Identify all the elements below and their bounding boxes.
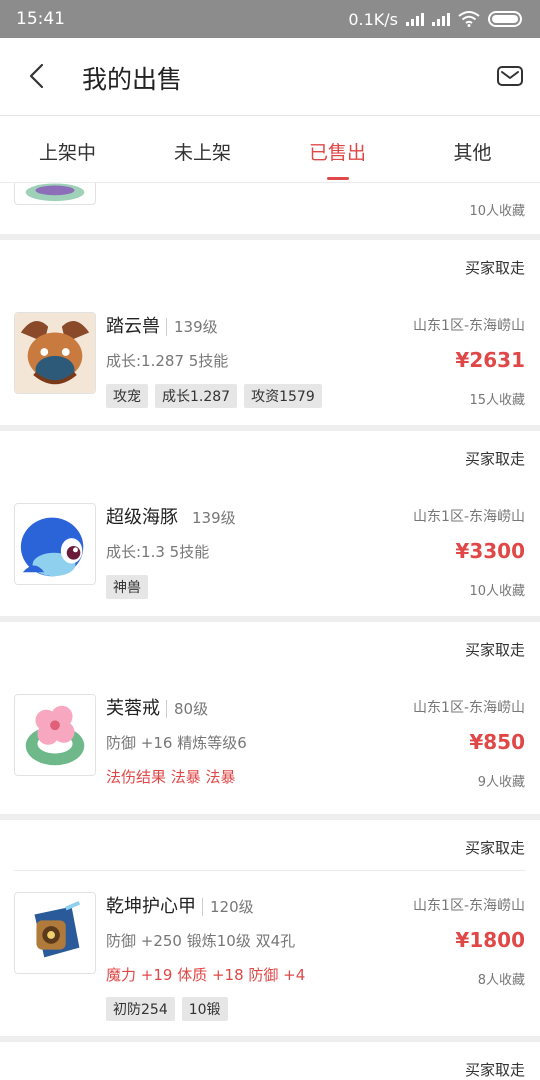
server-label: 山东1区-东海崂山 [413, 318, 525, 334]
app-header: 我的出售 [0, 38, 540, 116]
item-level: 139级 [192, 509, 236, 527]
status-label: 买家取走 [464, 1061, 525, 1079]
signal-icon [406, 12, 424, 26]
item-level: 139级 [166, 318, 218, 336]
item-name-text: 超级海豚 [106, 507, 178, 528]
status-label: 买家取走 [464, 259, 525, 277]
item-desc: 防御 +16 精炼等级6 [106, 734, 247, 752]
server-label: 山东1区-东海崂山 [413, 509, 525, 525]
mail-icon[interactable] [496, 62, 524, 90]
item-thumbnail [14, 892, 96, 974]
list-item[interactable]: 买家取走 乾坤护心甲 120级 山东1区-东海崂山 防御 +250 锻炼10级 双… [0, 820, 540, 1036]
status-label: 买家取走 [464, 839, 525, 857]
item-name-text: 乾坤护心甲 [106, 896, 196, 917]
tag: 成长1.287 [155, 384, 238, 408]
tag: 攻资1579 [244, 384, 322, 408]
pet-image-icon [25, 183, 85, 202]
favorites-count: 10人收藏 [469, 204, 525, 219]
item-name: 踏云兽 139级 [106, 312, 218, 338]
server-label: 山东1区-东海崂山 [413, 898, 525, 914]
tag: 初防254 [106, 997, 175, 1021]
item-name-text: 芙蓉戒 [106, 698, 160, 719]
ring-image-icon [15, 695, 95, 775]
tag-list: 神兽 [106, 575, 148, 599]
item-name-text: 踏云兽 [106, 316, 160, 337]
list-item[interactable]: 买家取走 踏云兽 139级 山东1区-东海崂山 成长:1.287 5技能 ¥263… [0, 240, 540, 425]
sold-list: 10人收藏 买家取走 踏云兽 139级 山东1区-东海崂山 成长:1.287 5技… [0, 183, 540, 1080]
item-extra-attrs: 魔力 +19 体质 +18 防御 +4 [106, 966, 306, 984]
item-price: ¥3300 [455, 539, 525, 563]
pet-image-icon [15, 313, 95, 393]
status-indicators: 0.1K/s [348, 10, 522, 29]
favorites-count: 8人收藏 [477, 973, 525, 988]
favorites-count: 15人收藏 [469, 393, 525, 408]
tag: 攻宠 [106, 384, 148, 408]
page-title: 我的出售 [82, 65, 183, 94]
item-price: ¥2631 [455, 348, 525, 372]
list-item[interactable]: 买家取走 超级海豚 139级 山东1区-东海崂山 成长:1.3 5技能 ¥3300… [0, 431, 540, 616]
tab-bar: 上架中 未上架 已售出 其他 [0, 116, 540, 183]
item-name: 芙蓉戒 80级 [106, 694, 209, 720]
divider [14, 870, 526, 871]
status-label: 买家取走 [464, 641, 525, 659]
item-thumbnail [14, 694, 96, 776]
signal-icon-2 [432, 12, 450, 26]
network-speed: 0.1K/s [348, 9, 398, 29]
list-item-partial[interactable]: 10人收藏 [0, 183, 540, 234]
favorites-count: 9人收藏 [477, 775, 525, 790]
status-label: 买家取走 [464, 450, 525, 468]
tag-list: 攻宠 成长1.287 攻资1579 [106, 384, 322, 408]
server-label: 山东1区-东海崂山 [413, 700, 525, 716]
item-name: 乾坤护心甲 120级 [106, 892, 254, 918]
tag: 10锻 [181, 997, 228, 1021]
item-thumbnail [14, 312, 96, 394]
favorites-count: 10人收藏 [469, 584, 525, 599]
back-icon[interactable] [22, 60, 54, 92]
list-item[interactable]: 买家取走 芙蓉戒 80级 山东1区-东海崂山 防御 +16 精炼等级6 ¥850 … [0, 622, 540, 814]
item-price: ¥1800 [455, 928, 525, 952]
battery-icon [488, 11, 522, 27]
pet-image-icon [15, 504, 95, 584]
tab-other[interactable]: 其他 [405, 116, 540, 182]
item-price: ¥850 [469, 730, 525, 754]
tab-sold[interactable]: 已售出 [270, 116, 405, 182]
tab-listed[interactable]: 上架中 [0, 116, 135, 182]
item-level: 120级 [202, 898, 254, 916]
item-desc: 成长:1.3 5技能 [106, 543, 210, 561]
item-extra-attrs: 法伤结果 法暴 法暴 [106, 768, 236, 786]
tag: 神兽 [106, 575, 148, 599]
status-time: 15:41 [16, 9, 65, 29]
item-name: 超级海豚 139级 [106, 503, 236, 529]
item-desc: 成长:1.287 5技能 [106, 352, 229, 370]
item-thumbnail [14, 183, 96, 205]
armor-image-icon [15, 893, 95, 973]
list-item-partial[interactable]: 买家取走 [0, 1042, 540, 1080]
item-desc: 防御 +250 锻炼10级 双4孔 [106, 932, 296, 950]
tag-list: 初防254 10锻 [106, 997, 228, 1021]
item-thumbnail [14, 503, 96, 585]
item-level: 80级 [166, 700, 209, 718]
wifi-icon [458, 11, 480, 27]
tab-unlisted[interactable]: 未上架 [135, 116, 270, 182]
status-bar: 15:41 0.1K/s [0, 0, 540, 38]
